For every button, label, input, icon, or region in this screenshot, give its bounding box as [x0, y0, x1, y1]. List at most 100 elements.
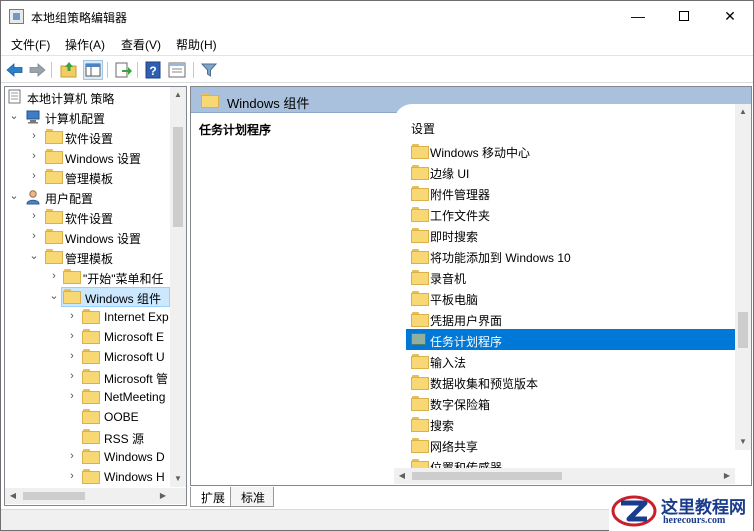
- tree-item-uc-windows[interactable]: › Windows 设置: [5, 227, 170, 247]
- scroll-up-arrow-icon[interactable]: ▲: [735, 104, 751, 120]
- back-arrow-icon[interactable]: [5, 60, 25, 80]
- tree-item-cc-windows[interactable]: › Windows 设置: [5, 147, 170, 167]
- tab-standard[interactable]: 标准: [230, 487, 275, 507]
- details-header-title: Windows 组件: [227, 96, 310, 111]
- close-button[interactable]: ✕: [707, 1, 753, 31]
- tree-item-root[interactable]: 本地计算机 策略: [5, 87, 170, 107]
- list-item[interactable]: 录音机: [406, 266, 736, 287]
- tree-item-child-2[interactable]: › Microsoft U: [5, 347, 170, 367]
- expanded-chevron-icon[interactable]: ⌄: [49, 291, 59, 302]
- list-item[interactable]: 将功能添加到 Windows 10: [406, 245, 736, 266]
- tree-item-child-3[interactable]: › Microsoft 管: [5, 367, 170, 387]
- collapsed-chevron-icon[interactable]: ›: [67, 351, 77, 362]
- scroll-right-arrow-icon[interactable]: ▶: [155, 488, 171, 504]
- list-item[interactable]: 网络共享: [406, 434, 736, 455]
- tree-item-child-5[interactable]: OOBE: [5, 407, 170, 427]
- collapsed-chevron-icon[interactable]: ›: [67, 331, 77, 342]
- minimize-button[interactable]: —: [615, 1, 661, 31]
- expanded-chevron-icon[interactable]: ⌄: [29, 251, 39, 262]
- tree-label: Microsoft U: [104, 350, 165, 364]
- tree-item-child-0[interactable]: › Internet Exp: [5, 307, 170, 327]
- list-item[interactable]: 数字保险箱: [406, 392, 736, 413]
- list-horizontal-scrollbar[interactable]: ◀ ▶: [394, 468, 735, 484]
- tree-item-windows-components[interactable]: ⌄ Windows 组件: [5, 287, 170, 307]
- collapsed-chevron-icon[interactable]: ›: [29, 171, 39, 182]
- forward-arrow-icon[interactable]: [27, 60, 47, 80]
- help-icon[interactable]: ?: [143, 60, 163, 80]
- tree-item-cc-software[interactable]: › 软件设置: [5, 127, 170, 147]
- collapsed-chevron-icon[interactable]: ›: [67, 391, 77, 402]
- list-item[interactable]: 输入法: [406, 350, 736, 371]
- list-item[interactable]: 边缘 UI: [406, 161, 736, 182]
- collapsed-chevron-icon[interactable]: ›: [29, 231, 39, 242]
- menu-file[interactable]: 文件(F): [11, 36, 50, 53]
- tree-label: Windows D: [104, 450, 165, 464]
- list-item-selected[interactable]: 任务计划程序: [406, 329, 736, 350]
- collapsed-chevron-icon[interactable]: ›: [67, 451, 77, 462]
- list-item[interactable]: 数据收集和预览版本: [406, 371, 736, 392]
- tree-label: "开始"菜单和任: [83, 272, 164, 286]
- list-item[interactable]: 平板电脑: [406, 287, 736, 308]
- menu-view[interactable]: 查看(V): [121, 36, 161, 53]
- tree-item-uc-admin[interactable]: ⌄ 管理模板: [5, 247, 170, 267]
- up-folder-icon[interactable]: [59, 60, 79, 80]
- tree-item-child-7[interactable]: › Windows D: [5, 447, 170, 467]
- column-header-setting[interactable]: 设置: [411, 120, 435, 137]
- tree-horizontal-scrollbar[interactable]: ◀ ▶: [5, 488, 186, 504]
- tree-vertical-scrollbar[interactable]: ▲ ▼: [170, 87, 186, 487]
- tab-extended[interactable]: 扩展: [190, 487, 235, 507]
- scroll-left-arrow-icon[interactable]: ◀: [394, 468, 410, 484]
- list-item[interactable]: 凭据用户界面: [406, 308, 736, 329]
- scroll-thumb[interactable]: [173, 127, 183, 227]
- collapsed-chevron-icon[interactable]: ›: [67, 471, 77, 482]
- tree-item-child-4[interactable]: › NetMeeting: [5, 387, 170, 407]
- list-item[interactable]: 即时搜索: [406, 224, 736, 245]
- policy-computer-icon: [8, 89, 24, 104]
- view-tabs: 扩展 标准: [190, 487, 490, 507]
- list-item[interactable]: 工作文件夹: [406, 203, 736, 224]
- title-bar: 本地组策略编辑器 — ✕: [1, 1, 753, 31]
- scroll-up-arrow-icon[interactable]: ▲: [170, 87, 186, 103]
- collapsed-chevron-icon[interactable]: ›: [67, 371, 77, 382]
- tree-label: 软件设置: [65, 132, 114, 146]
- scroll-thumb[interactable]: [738, 312, 748, 348]
- extended-view-icon[interactable]: [167, 60, 187, 80]
- scroll-down-arrow-icon[interactable]: ▼: [735, 434, 751, 450]
- folder-icon: [82, 409, 100, 424]
- tree-item-child-1[interactable]: › Microsoft E: [5, 327, 170, 347]
- tree-item-cc-admin[interactable]: › 管理模板: [5, 167, 170, 187]
- list-item[interactable]: 附件管理器: [406, 182, 736, 203]
- list-vertical-scrollbar[interactable]: ▲ ▼: [735, 104, 751, 450]
- list-item[interactable]: 搜索: [406, 413, 736, 434]
- scroll-left-arrow-icon[interactable]: ◀: [5, 488, 21, 504]
- tree-item-child-8[interactable]: › Windows H: [5, 467, 170, 487]
- list-item[interactable]: Windows 移动中心: [406, 140, 736, 161]
- list-item-label: 边缘 UI: [430, 167, 470, 181]
- scroll-thumb[interactable]: [412, 472, 562, 480]
- tree-item-uc-software[interactable]: › 软件设置: [5, 207, 170, 227]
- export-list-icon[interactable]: [113, 60, 133, 80]
- maximize-button[interactable]: [661, 1, 707, 31]
- collapsed-chevron-icon[interactable]: ›: [67, 311, 77, 322]
- tree-item-start-menu[interactable]: › "开始"菜单和任: [5, 267, 170, 287]
- menu-action[interactable]: 操作(A): [65, 36, 105, 53]
- collapsed-chevron-icon[interactable]: ›: [29, 211, 39, 222]
- tree-label: Microsoft 管: [104, 372, 169, 386]
- show-hide-tree-icon[interactable]: [83, 60, 103, 80]
- collapsed-chevron-icon[interactable]: ›: [29, 131, 39, 142]
- watermark-text-en: herecours.com: [663, 515, 726, 526]
- expanded-chevron-icon[interactable]: ⌄: [9, 191, 19, 202]
- collapsed-chevron-icon[interactable]: ›: [29, 151, 39, 162]
- expanded-chevron-icon[interactable]: ⌄: [9, 111, 19, 122]
- scroll-down-arrow-icon[interactable]: ▼: [170, 471, 186, 487]
- tree-label: RSS 源: [104, 432, 145, 446]
- tree-item-computer-config[interactable]: ⌄ 计算机配置: [5, 107, 170, 127]
- scroll-thumb[interactable]: [23, 492, 85, 500]
- tree-item-user-config[interactable]: ⌄ 用户配置: [5, 187, 170, 207]
- tree-item-child-6[interactable]: RSS 源: [5, 427, 170, 447]
- filter-icon[interactable]: [199, 60, 219, 80]
- menu-help[interactable]: 帮助(H): [176, 36, 217, 53]
- scroll-right-arrow-icon[interactable]: ▶: [719, 468, 735, 484]
- list-item-label: 搜索: [430, 419, 455, 433]
- collapsed-chevron-icon[interactable]: ›: [49, 271, 59, 282]
